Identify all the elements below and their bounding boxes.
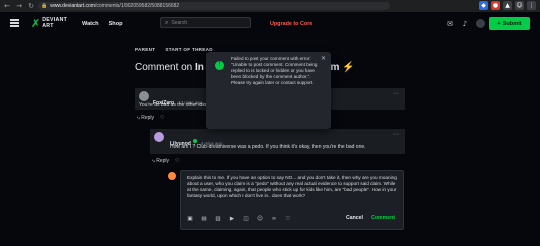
close-icon[interactable]: ✕ [321,55,326,62]
chat-icon[interactable]: ✉ [446,20,454,28]
gif-icon[interactable]: ◫ [243,216,249,222]
top-nav: Watch Shop [82,21,123,27]
heart-icon[interactable]: ♡ [160,115,164,121]
extension-icon[interactable]: ● [491,1,500,10]
alert-icon: ! [215,61,224,70]
video-icon[interactable]: ▶ [229,216,235,222]
more-options-icon[interactable]: ⋯ [393,131,399,138]
browser-toolbar: ← → ↻ 🔒 www.deviantart.com/comments/1/90… [0,0,540,12]
extension-icon[interactable]: ▲ [503,1,512,10]
extension-icons: ◆ ● ▲ ☺ ⋮ [479,1,536,10]
image-icon[interactable]: ▣ [187,216,193,222]
reply-editor[interactable]: Explain this to me. If you have an optio… [180,170,404,230]
header-actions: ✉ ♪ [446,19,485,28]
logo-text: DEVIANT ART [42,16,68,29]
submit-button[interactable]: + Submit [489,17,530,30]
reply-icon: ⤷ [137,115,140,121]
cancel-button[interactable]: Cancel [346,215,363,221]
tab-parent[interactable]: PARENT [135,47,155,52]
gallery-icon[interactable]: ▤ [201,216,207,222]
comment-card: Lilyunod 4 mins ago ⋯ How am I ? Club-dre… [150,129,405,154]
comment-body: How am I ? Club-dreamiverse was a pedo. … [170,144,366,150]
profile-icon[interactable]: ☺ [515,1,524,10]
logo-mark-icon: ✗ [31,17,41,30]
lock-icon: 🔒 [41,3,48,9]
heart-icon[interactable]: ♡ [285,216,291,222]
url-host: www.deviantart.com [50,3,95,9]
site-header: ✗ DEVIANT ART Watch Shop ⌕ Search Upgrade… [0,12,540,36]
tab-start-of-thread[interactable]: START OF THREAD [165,47,213,52]
avatar[interactable] [154,132,164,142]
page-title: Comment on In r [135,62,211,73]
user-avatar[interactable] [476,19,485,28]
emoji-icon[interactable]: ☺ [257,216,263,222]
notifications-icon[interactable]: ♪ [461,20,469,28]
title-prefix: Comment on [135,62,193,73]
nav-watch[interactable]: Watch [82,21,99,27]
submit-label: Submit [502,20,522,27]
toast-message: Failed to post your comment with error: … [231,56,318,86]
reply-button[interactable]: ⤷ Reply [137,115,154,121]
plus-icon: + [497,20,501,27]
back-arrow-icon[interactable]: ← [2,1,12,11]
deviantart-logo[interactable]: ✗ DEVIANT ART [31,17,67,30]
reply-button[interactable]: ⤷ Reply [152,158,169,164]
core-badge-icon [192,138,197,143]
error-toast: ! Failed to post your comment with error… [206,52,331,129]
my-avatar [168,172,176,180]
upgrade-link[interactable]: Upgrade to Core [270,21,312,27]
reply-textarea[interactable]: Explain this to me. If you have an optio… [187,175,397,199]
hamburger-menu-icon[interactable] [10,19,19,27]
nav-shop[interactable]: Shop [109,21,123,27]
search-placeholder: Search [171,19,188,26]
search-icon: ⌕ [165,18,169,26]
thread-tabs: PARENT START OF THREAD [135,47,213,52]
comment-button[interactable]: Comment [371,215,395,221]
avatar[interactable] [139,91,149,101]
reply-icon: ⤷ [152,158,155,164]
url-path: /comments/1/902059582/5088156682 [94,3,180,9]
address-bar[interactable]: 🔒 www.deviantart.com/comments/1/90205958… [38,2,390,10]
comment-actions: ⤷ Reply ♡ [137,115,164,121]
more-icon[interactable]: ⋮ [527,1,536,10]
search-input[interactable]: ⌕ Search [160,17,251,28]
forward-arrow-icon[interactable]: → [14,1,24,11]
more-options-icon[interactable]: ⋯ [393,90,399,97]
editor-toolbar: ▣ ▤ ▥ ▶ ◫ ☺ ∞ ♡ [187,216,291,222]
extension-icon[interactable]: ◆ [479,1,488,10]
comment-actions: ⤷ Reply ♡ [152,158,179,164]
link-icon[interactable]: ∞ [271,216,277,222]
poll-icon[interactable]: ▥ [215,216,221,222]
heart-icon[interactable]: ♡ [175,158,179,164]
reload-icon[interactable]: ↻ [26,1,36,11]
